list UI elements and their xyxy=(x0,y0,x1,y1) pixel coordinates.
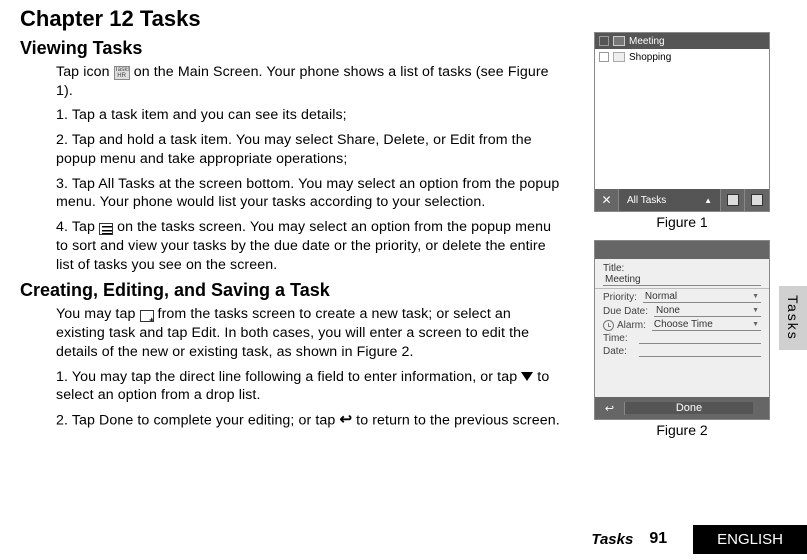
time-label: Time: xyxy=(603,333,635,344)
viewing-step-4-post: on the tasks screen. You may select an o… xyxy=(56,219,551,272)
section-viewing-heading: Viewing Tasks xyxy=(20,38,560,59)
figure-1-caption: Figure 1 xyxy=(577,214,787,230)
chapter-title: Chapter 12 Tasks xyxy=(20,6,560,32)
creating-step-2-post: to return to the previous screen. xyxy=(352,413,560,429)
done-label: Done xyxy=(676,402,702,414)
task-row-label: Shopping xyxy=(629,52,671,63)
date-label: Date: xyxy=(603,346,635,357)
task-item-icon xyxy=(613,36,625,46)
creating-step-2: 2. Tap Done to complete your editing; or… xyxy=(56,411,560,431)
figure-2-screenshot: Title: Meeting Priority: Normal ▼ Due Da… xyxy=(594,240,770,420)
footer-page-number: 91 xyxy=(649,530,667,548)
figure-1-bottom-bar: ✕ All Tasks ▲ xyxy=(595,189,769,211)
footer-title: Tasks xyxy=(591,531,633,548)
priority-select[interactable]: Normal ▼ xyxy=(643,291,761,303)
title-field[interactable]: Meeting xyxy=(603,274,761,286)
back-button[interactable]: ↩ xyxy=(595,402,625,415)
creating-step-1-pre: 1. You may tap the direct line following… xyxy=(56,369,521,385)
viewing-step-4: 4. Tap on the tasks screen. You may sele… xyxy=(56,218,560,274)
chevron-down-icon: ▼ xyxy=(752,307,759,314)
viewing-step-1: 1. Tap a task item and you can see its d… xyxy=(56,106,560,125)
tasks-app-icon: Tasks xyxy=(114,66,130,80)
dropdown-triangle-icon xyxy=(521,372,533,381)
all-tasks-label: All Tasks xyxy=(627,195,666,206)
chevron-down-icon: ▼ xyxy=(752,293,759,300)
figure-2-caption: Figure 2 xyxy=(577,422,787,438)
divider xyxy=(595,288,769,289)
done-button[interactable]: Done xyxy=(625,402,753,414)
all-tasks-button[interactable]: All Tasks ▲ xyxy=(619,189,721,211)
viewing-step-2: 2. Tap and hold a task item. You may sel… xyxy=(56,131,560,168)
back-icon: ↩ xyxy=(605,402,614,415)
viewing-step-3: 3. Tap All Tasks at the screen bottom. Y… xyxy=(56,175,560,212)
page-footer: Tasks 91 ENGLISH xyxy=(20,524,807,554)
task-row-meeting[interactable]: Meeting xyxy=(595,33,769,49)
task-row-label: Meeting xyxy=(629,36,665,47)
creating-p1-pre: You may tap xyxy=(56,306,140,322)
menu-icon xyxy=(99,223,113,235)
alarm-value: Choose Time xyxy=(654,319,713,330)
figure-2-titlebar xyxy=(595,241,769,259)
task-item-icon xyxy=(613,52,625,62)
back-arrow-icon: ↩ xyxy=(339,410,352,430)
due-date-select[interactable]: None ▼ xyxy=(654,305,761,317)
checkbox-icon[interactable] xyxy=(599,52,609,62)
tasks-app-icon-label: Tasks xyxy=(115,67,129,73)
menu-icon xyxy=(751,194,763,206)
close-icon: ✕ xyxy=(601,193,611,207)
footer-language: ENGLISH xyxy=(693,525,807,554)
clock-icon xyxy=(603,320,614,331)
viewing-intro: Tap icon Tasks on the Main Screen. Your … xyxy=(56,63,560,100)
creating-p1: You may tap from the tasks screen to cre… xyxy=(56,305,560,361)
new-task-icon xyxy=(140,310,154,322)
title-label: Title: xyxy=(603,263,761,274)
side-tab-label: Tasks xyxy=(785,295,801,341)
alarm-select[interactable]: Choose Time ▼ xyxy=(652,319,761,331)
task-row-shopping[interactable]: Shopping xyxy=(595,49,769,65)
figure-1-screenshot: Meeting Shopping ✕ All Tasks ▲ xyxy=(594,32,770,212)
due-date-label: Due Date: xyxy=(603,306,648,317)
creating-step-2-pre: 2. Tap Done to complete your editing; or… xyxy=(56,413,339,429)
new-task-button[interactable] xyxy=(721,189,745,211)
alarm-label: Alarm: xyxy=(617,320,646,331)
figure-2-bottom-bar: ↩ Done xyxy=(595,397,769,419)
new-task-icon xyxy=(727,194,739,206)
intro-text-before: Tap icon xyxy=(56,64,114,80)
creating-step-1: 1. You may tap the direct line following… xyxy=(56,368,560,405)
side-tab: Tasks xyxy=(779,286,807,350)
due-date-value: None xyxy=(656,305,680,316)
priority-value: Normal xyxy=(645,291,677,302)
chevron-down-icon: ▼ xyxy=(752,321,759,328)
close-button[interactable]: ✕ xyxy=(595,189,619,211)
chevron-up-icon: ▲ xyxy=(704,196,712,205)
priority-label: Priority: xyxy=(603,292,637,303)
checkbox-icon[interactable] xyxy=(599,36,609,46)
menu-button[interactable] xyxy=(745,189,769,211)
intro-text-after: on the Main Screen. Your phone shows a l… xyxy=(56,64,549,99)
viewing-step-4-pre: 4. Tap xyxy=(56,219,99,235)
section-creating-heading: Creating, Editing, and Saving a Task xyxy=(20,280,560,301)
time-field[interactable] xyxy=(639,333,761,344)
date-field[interactable] xyxy=(639,346,761,357)
